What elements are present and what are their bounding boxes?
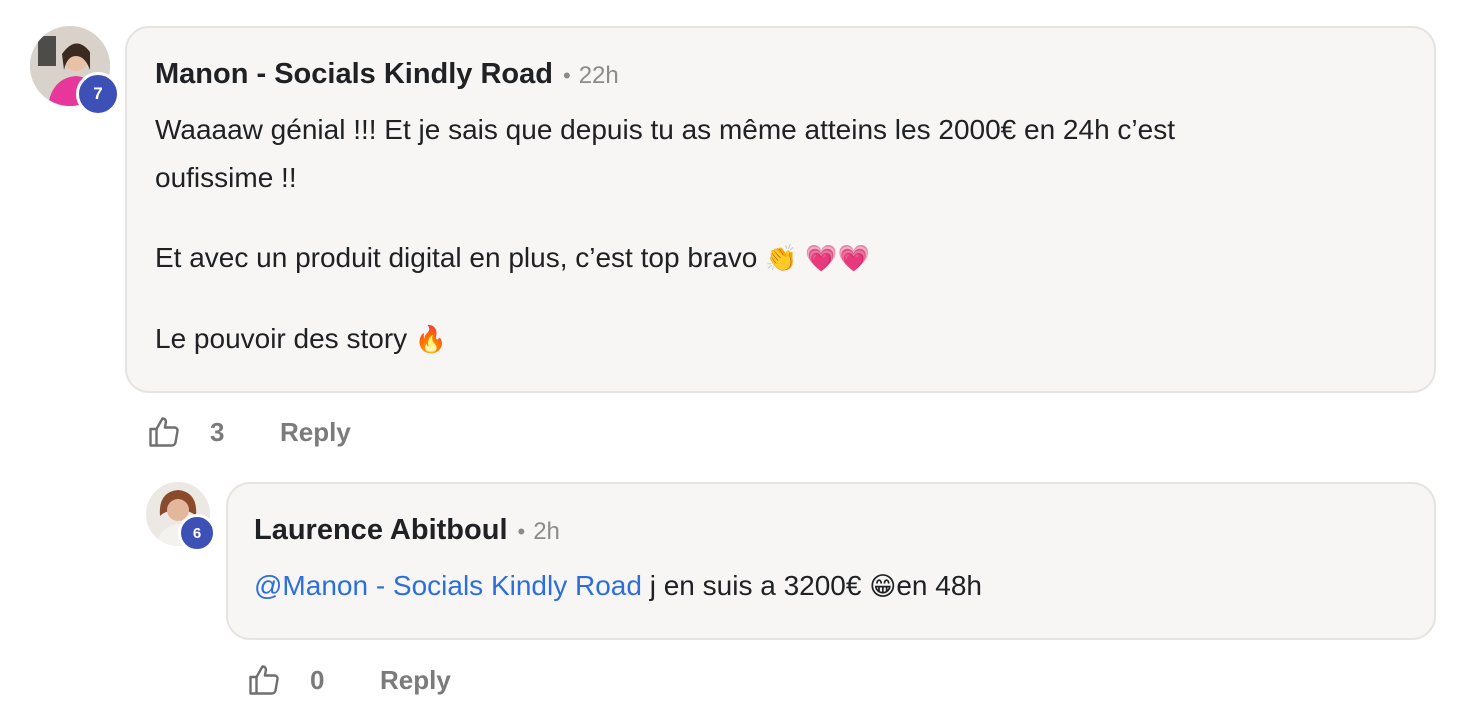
separator-dot: • [563, 63, 571, 88]
level-badge: 6 [178, 514, 216, 552]
author-name[interactable]: Manon - Socials Kindly Road [155, 58, 553, 91]
fire-emoji: 🔥 [414, 325, 448, 355]
grinning-face-emoji: 😁 [869, 572, 897, 602]
reply-button[interactable]: Reply [280, 417, 351, 448]
comment-paragraph: Le pouvoir des story 🔥 [155, 315, 1415, 364]
comment-header: Laurence Abitboul • 2h [254, 514, 560, 547]
mention-link[interactable]: @Manon - Socials Kindly Road [254, 570, 642, 601]
timestamp[interactable]: 22h [579, 62, 619, 90]
comment-text: j en suis a 3200€ [641, 570, 870, 601]
level-badge: 7 [76, 72, 120, 116]
comment-text: Et avec un produit digital en plus, c’es… [155, 242, 758, 273]
comment-bubble: Manon - Socials Kindly Road • 22h Waaaaw… [125, 26, 1436, 393]
like-count: 3 [210, 416, 225, 447]
comment-actions: 3 Reply [146, 414, 351, 450]
pink-hearts-emoji: 💗💗 [805, 244, 871, 274]
comment-body: Waaaaw génial !!! Et je sais que depuis … [155, 106, 1415, 364]
reply-button[interactable]: Reply [380, 665, 451, 696]
author-name[interactable]: Laurence Abitboul [254, 514, 508, 547]
comment-text: Waaaaw génial !!! Et je sais que depuis … [155, 114, 1176, 145]
comment-text: oufissime !! [155, 162, 297, 193]
separator-dot: • [517, 519, 526, 544]
like-count: 0 [310, 664, 325, 695]
timestamp[interactable]: 2h [533, 518, 560, 546]
comment-paragraph: Et avec un produit digital en plus, c’es… [155, 234, 1415, 283]
clapping-hands-emoji: 👏 [765, 244, 798, 274]
thumbs-up-icon[interactable] [246, 662, 282, 698]
comment-text: en 48h [896, 570, 982, 601]
comment-text: Le pouvoir des story [155, 323, 408, 354]
comment-paragraph: @Manon - Socials Kindly Road j en suis a… [254, 562, 982, 611]
comment-header: Manon - Socials Kindly Road • 22h [155, 58, 619, 91]
thumbs-up-icon[interactable] [146, 414, 182, 450]
comment-actions: 0 Reply [246, 662, 451, 698]
comment-paragraph: Waaaaw génial !!! Et je sais que depuis … [155, 106, 1415, 202]
comment-bubble: Laurence Abitboul • 2h @Manon - Socials … [226, 482, 1436, 640]
